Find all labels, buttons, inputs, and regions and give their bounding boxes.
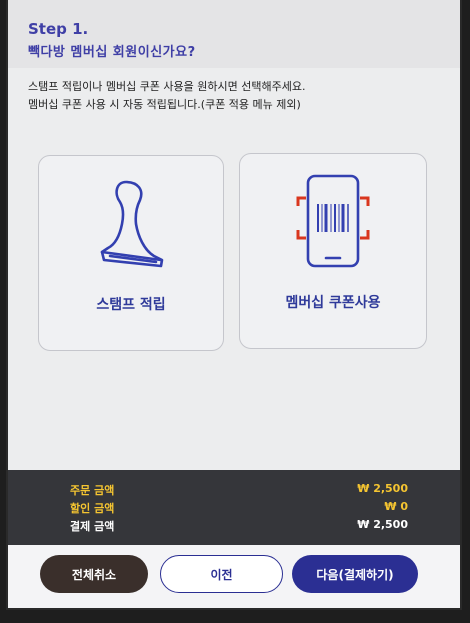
page-title: 빽다방 멤버십 회원이신가요? <box>28 45 196 60</box>
payment-amount-row: 결제 금액 ₩ 2,500 <box>8 518 460 536</box>
coupon-option-card[interactable]: 멤버십 쿠폰사용 <box>239 153 427 349</box>
stamp-option-card[interactable]: 스탬프 적립 <box>38 155 224 351</box>
cancel-all-button[interactable]: 전체취소 <box>40 555 148 593</box>
order-amount-row: 주문 금액 ₩ 2,500 <box>8 482 460 500</box>
description-line-1: 스탬프 적립이나 멤버십 쿠폰 사용을 원하시면 선택해주세요. <box>28 80 306 93</box>
step-label: Step 1. <box>28 20 89 38</box>
phone-barcode-icon <box>296 174 370 268</box>
order-amount-label: 주문 금액 <box>70 484 115 497</box>
payment-amount-label: 결제 금액 <box>70 520 115 533</box>
description-line-2: 멤버십 쿠폰 사용 시 자동 적립됩니다.(쿠폰 적용 메뉴 제외) <box>28 98 301 111</box>
coupon-option-label: 멤버십 쿠폰사용 <box>285 295 381 311</box>
payment-amount-value: ₩ 2,500 <box>357 518 408 531</box>
stamp-option-label: 스탬프 적립 <box>96 297 166 313</box>
header: Step 1. 빽다방 멤버십 회원이신가요? <box>8 0 460 68</box>
footer-buttons: 전체취소 이전 다음(결제하기) <box>8 545 460 608</box>
discount-amount-value: ₩ 0 <box>384 500 408 513</box>
discount-amount-row: 할인 금액 ₩ 0 <box>8 500 460 518</box>
previous-button[interactable]: 이전 <box>160 555 283 593</box>
discount-amount-label: 할인 금액 <box>70 502 115 515</box>
kiosk-screen: Step 1. 빽다방 멤버십 회원이신가요? 스탬프 적립이나 멤버십 쿠폰 … <box>8 0 460 608</box>
order-amount-value: ₩ 2,500 <box>357 482 408 495</box>
next-payment-button[interactable]: 다음(결제하기) <box>292 555 418 593</box>
stamp-icon <box>100 180 164 268</box>
